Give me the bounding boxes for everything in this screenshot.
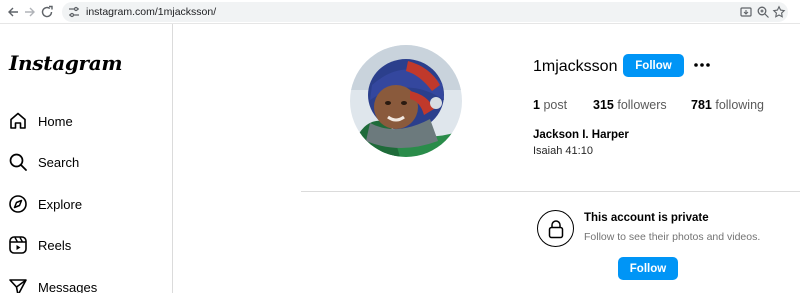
sidebar-item-home[interactable]: Home [8,108,73,134]
more-options-icon[interactable] [692,56,712,74]
sidebar-item-messages[interactable]: Messages [8,274,97,293]
site-info-icon[interactable] [67,5,81,19]
sidebar-item-label: Explore [38,196,83,212]
search-icon [9,153,27,171]
reels-icon [9,236,27,254]
following-label: following [715,98,764,112]
section-divider [301,191,800,192]
private-account-title: This account is private [584,212,709,224]
profile-full-name: Jackson I. Harper [533,129,629,141]
zoom-icon[interactable] [756,5,770,19]
back-arrow-icon[interactable] [4,3,22,21]
bookmark-star-icon[interactable] [772,5,786,19]
following-count: 781 [691,98,712,112]
browser-toolbar: instagram.com/1mjacksson/ [0,0,800,24]
stat-following[interactable]: 781 following [691,98,764,112]
reload-icon[interactable] [38,3,56,21]
send-icon [9,279,27,293]
profile-bio: Isaiah 41:10 [533,145,593,157]
sidebar: Instagram Home Search Explore Reels Mess… [0,24,173,293]
sidebar-item-label: Home [38,113,73,129]
forward-arrow-icon[interactable] [21,3,39,21]
profile-username: 1mjacksson [533,58,618,75]
url-text[interactable]: instagram.com/1mjacksson/ [86,5,216,19]
followers-count: 315 [593,98,614,112]
instagram-logo[interactable]: Instagram [9,51,123,75]
address-bar[interactable]: instagram.com/1mjacksson/ [62,2,788,22]
profile-avatar[interactable] [350,45,462,157]
sidebar-item-label: Reels [38,237,72,253]
stat-posts: 1 post [533,98,567,112]
private-account-subtitle: Follow to see their photos and videos. [584,231,761,243]
followers-label: followers [617,98,667,112]
compass-icon [9,195,27,213]
posts-count: 1 [533,98,540,112]
follow-button-private[interactable]: Follow [618,257,678,280]
posts-label: post [543,98,568,112]
install-app-icon[interactable] [739,5,753,19]
sidebar-item-explore[interactable]: Explore [8,191,82,217]
sidebar-item-label: Messages [38,279,98,293]
lock-icon [537,210,574,247]
home-icon [10,112,26,129]
follow-button[interactable]: Follow [623,54,684,77]
sidebar-item-search[interactable]: Search [8,149,79,175]
sidebar-item-label: Search [38,154,80,170]
stat-followers[interactable]: 315 followers [593,98,667,112]
sidebar-item-reels[interactable]: Reels [8,232,71,258]
